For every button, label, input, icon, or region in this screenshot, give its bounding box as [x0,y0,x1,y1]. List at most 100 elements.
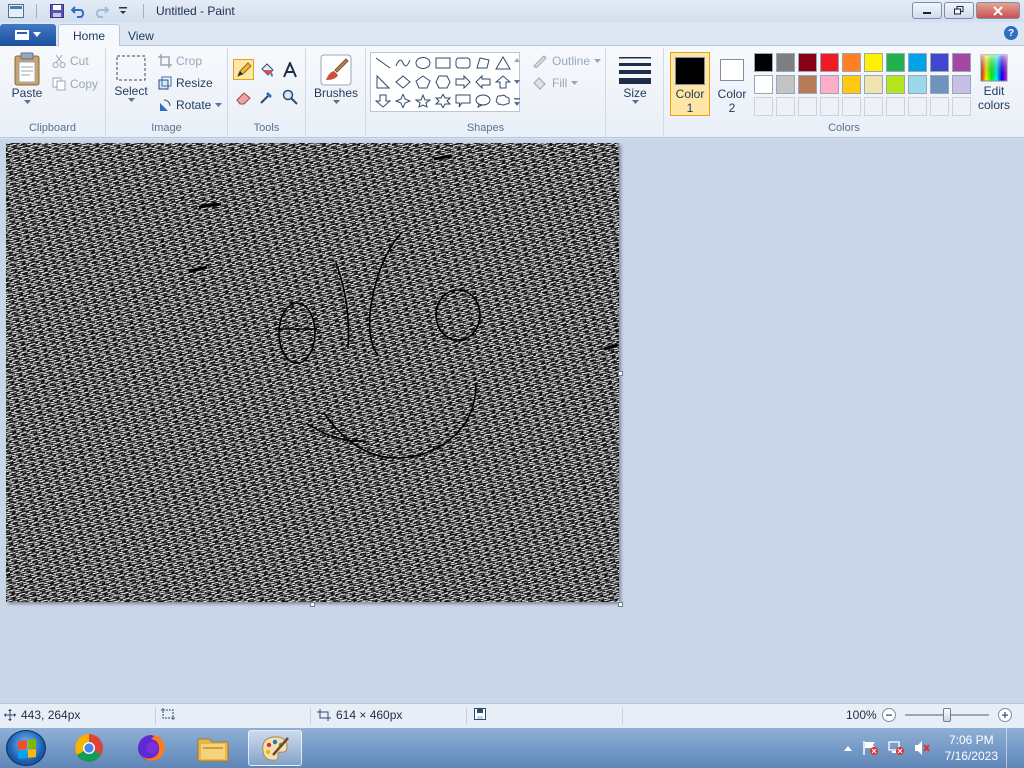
rotate-button[interactable]: Rotate [158,98,223,112]
rectangular-callout-shape-icon[interactable] [453,92,473,110]
edit-colors-button[interactable]: Edit colors [974,54,1014,112]
tab-home[interactable]: Home [58,24,121,47]
fill-tool-button[interactable] [256,59,277,80]
rectangle-shape-icon[interactable] [433,54,453,72]
palette-swatch[interactable] [864,75,883,94]
taskbar-paint[interactable] [248,730,302,766]
palette-swatch[interactable] [776,53,795,72]
taskbar-chrome[interactable] [62,730,116,766]
select-button[interactable]: Select [114,54,148,103]
palette-custom-slot[interactable] [798,97,817,116]
palette-swatch[interactable] [798,53,817,72]
palette-custom-slot[interactable] [776,97,795,116]
left-arrow-shape-icon[interactable] [473,73,493,91]
show-hidden-icons-icon[interactable] [843,744,853,752]
oval-callout-shape-icon[interactable] [473,92,493,110]
curve-shape-icon[interactable] [393,54,413,72]
start-button[interactable] [6,730,46,766]
outline-button[interactable]: Outline [532,54,602,68]
palette-custom-slot[interactable] [754,97,773,116]
text-tool-button[interactable] [279,59,300,80]
canvas-resize-handle-corner[interactable] [618,602,623,607]
paint-app-icon[interactable] [8,3,24,19]
palette-custom-slot[interactable] [952,97,971,116]
right-triangle-shape-icon[interactable] [373,73,393,91]
five-point-star-shape-icon[interactable] [413,92,433,110]
palette-swatch[interactable] [798,75,817,94]
up-arrow-shape-icon[interactable] [493,73,513,91]
palette-swatch[interactable] [952,75,971,94]
zoom-slider[interactable] [904,708,989,722]
minimize-button[interactable] [912,2,942,19]
six-point-star-shape-icon[interactable] [433,92,453,110]
customize-qat-dropdown-icon[interactable] [115,3,131,19]
palette-swatch[interactable] [886,75,905,94]
cloud-callout-shape-icon[interactable] [493,92,513,110]
undo-icon[interactable] [71,3,87,19]
palette-swatch[interactable] [820,53,839,72]
line-shape-icon[interactable] [373,54,393,72]
palette-custom-slot[interactable] [908,97,927,116]
show-desktop-button[interactable] [1006,728,1016,768]
magnifier-tool-button[interactable] [279,86,300,107]
palette-swatch[interactable] [908,53,927,72]
palette-swatch[interactable] [930,53,949,72]
zoom-slider-thumb[interactable] [942,708,951,722]
palette-swatch[interactable] [864,53,883,72]
brushes-button[interactable]: Brushes [314,54,358,105]
eraser-tool-button[interactable] [233,86,254,107]
size-button[interactable]: Size [616,54,654,105]
down-arrow-shape-icon[interactable] [373,92,393,110]
palette-swatch[interactable] [930,75,949,94]
palette-custom-slot[interactable] [864,97,883,116]
paste-button[interactable]: Paste [8,52,46,105]
action-center-flag-icon[interactable] [861,740,879,756]
taskbar-firefox[interactable] [124,730,178,766]
hexagon-shape-icon[interactable] [433,73,453,91]
palette-custom-slot[interactable] [930,97,949,116]
copy-button[interactable]: Copy [52,77,98,91]
polygon-shape-icon[interactable] [473,54,493,72]
palette-swatch[interactable] [952,53,971,72]
help-icon[interactable]: ? [1004,26,1018,40]
rounded-rectangle-shape-icon[interactable] [453,54,473,72]
crop-button[interactable]: Crop [158,54,202,68]
palette-swatch[interactable] [776,75,795,94]
network-icon[interactable] [887,740,905,756]
volume-muted-icon[interactable] [913,740,931,756]
zoom-in-button[interactable] [997,708,1012,722]
shapes-scroll[interactable] [512,52,522,112]
pentagon-shape-icon[interactable] [413,73,433,91]
cut-button[interactable]: Cut [52,54,89,68]
color1-button[interactable]: Color 1 [670,52,710,116]
color-picker-tool-button[interactable] [256,86,277,107]
palette-swatch[interactable] [842,53,861,72]
canvas-resize-handle-bottom[interactable] [310,602,315,607]
oval-shape-icon[interactable] [413,54,433,72]
taskbar-file-explorer[interactable] [186,730,240,766]
palette-custom-slot[interactable] [886,97,905,116]
diamond-shape-icon[interactable] [393,73,413,91]
application-menu-button[interactable] [0,24,56,46]
palette-swatch[interactable] [754,53,773,72]
canvas-resize-handle-right[interactable] [618,371,623,376]
clock[interactable]: 7:06 PM 7/16/2023 [945,732,998,764]
palette-swatch[interactable] [886,53,905,72]
redo-icon[interactable] [93,3,109,19]
palette-swatch[interactable] [820,75,839,94]
fill-button[interactable]: Fill [532,76,579,90]
palette-swatch[interactable] [754,75,773,94]
restore-button[interactable] [944,2,974,19]
zoom-out-button[interactable] [881,708,896,722]
color2-button[interactable]: Color 2 [712,52,752,116]
tab-view[interactable]: View [114,24,168,47]
resize-button[interactable]: Resize [158,76,213,90]
palette-swatch[interactable] [842,75,861,94]
drawing-canvas[interactable] [6,143,619,602]
pencil-tool-button[interactable] [233,59,254,80]
close-button[interactable] [976,2,1020,19]
triangle-shape-icon[interactable] [493,54,513,72]
palette-swatch[interactable] [908,75,927,94]
right-arrow-shape-icon[interactable] [453,73,473,91]
palette-custom-slot[interactable] [820,97,839,116]
